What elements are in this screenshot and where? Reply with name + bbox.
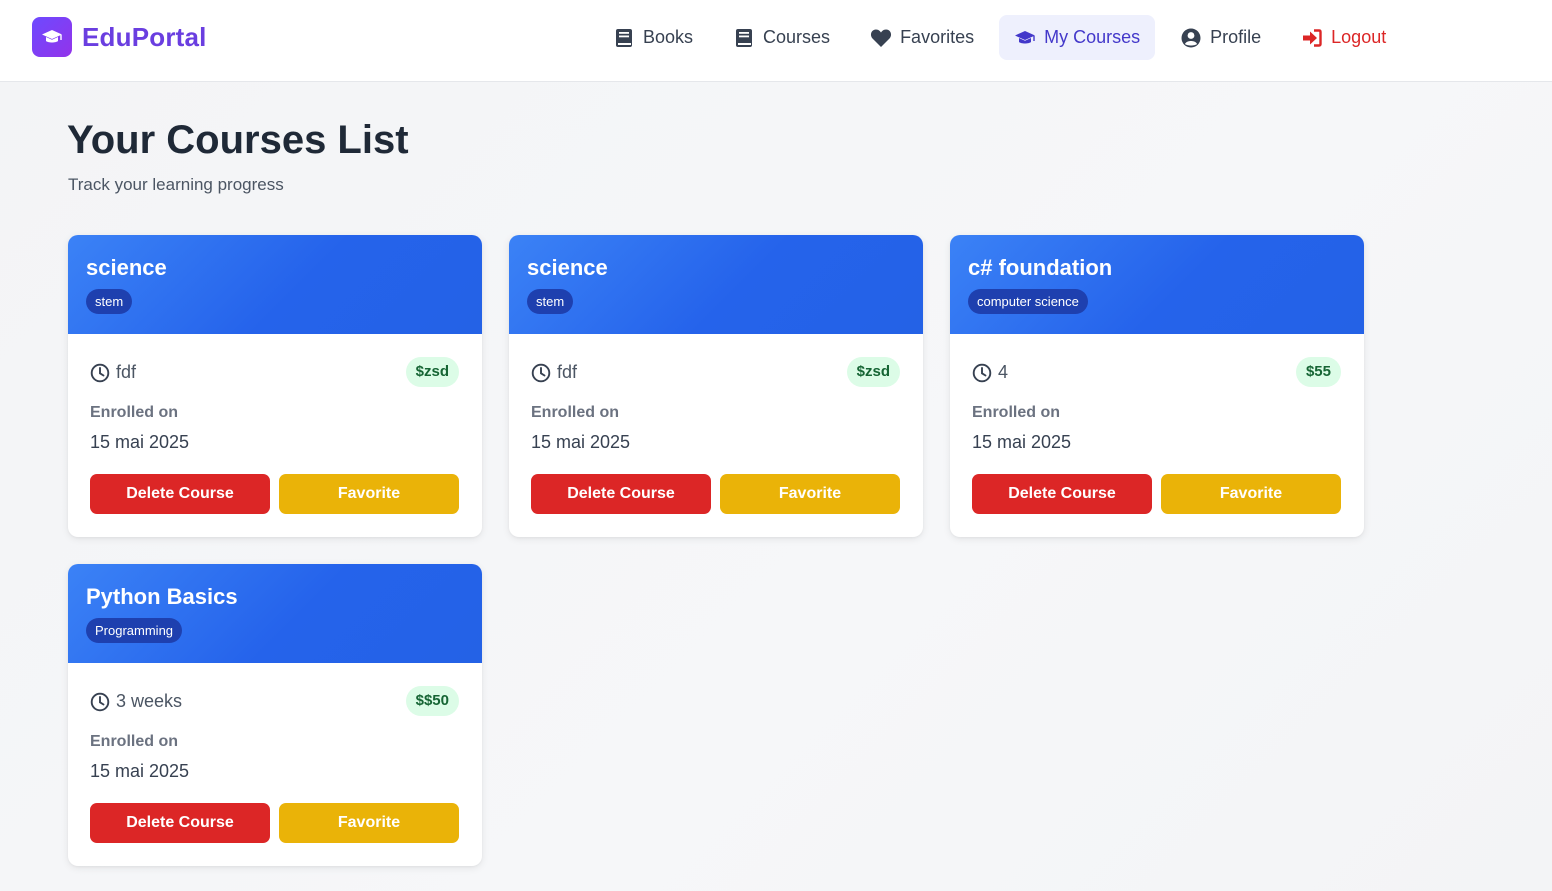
nav-item-logout[interactable]: Logout (1286, 15, 1401, 60)
nav-item-label: Logout (1331, 27, 1387, 47)
course-duration: 4 (972, 362, 1008, 383)
clock-icon (90, 363, 110, 382)
course-title: Python Basics (86, 584, 238, 609)
delete-course-button[interactable]: Delete Course (531, 474, 711, 514)
book-icon (613, 27, 635, 49)
heart-icon (870, 27, 892, 49)
nav-item-label: Courses (763, 27, 831, 47)
graduation-cap-icon (1014, 27, 1036, 49)
course-category-tag: computer science (968, 289, 1088, 314)
course-card-header: science stem (68, 235, 482, 334)
nav-item-label: Profile (1210, 27, 1262, 47)
page-subtitle: Track your learning progress (68, 175, 284, 194)
enrolled-label: Enrolled on (531, 404, 619, 421)
course-card: c# foundation computer science 4 $55 Enr… (950, 235, 1364, 537)
course-duration-text: 4 (998, 362, 1009, 382)
course-duration: fdf (531, 362, 577, 383)
enrolled-label: Enrolled on (90, 404, 178, 421)
nav-links: Books Courses Favorites My Courses Profi… (598, 15, 1411, 60)
graduation-cap-icon (32, 17, 72, 57)
top-navbar: EduPortal Books Courses Favorites My Cou… (0, 0, 1552, 82)
user-circle-icon (1180, 27, 1202, 49)
course-price-badge: $zsd (846, 357, 900, 387)
course-title: science (527, 255, 608, 280)
nav-item-label: My Courses (1044, 27, 1141, 47)
enrolled-date: 15 mai 2025 (972, 432, 1072, 452)
brand-name: EduPortal (82, 21, 207, 52)
enrolled-label: Enrolled on (90, 733, 178, 750)
favorite-button[interactable]: Favorite (279, 474, 459, 514)
course-card-header: c# foundation computer science (950, 235, 1364, 334)
nav-item-books[interactable]: Books (598, 15, 708, 60)
sign-out-icon (1301, 27, 1323, 49)
course-title: science (86, 255, 167, 280)
course-duration: 3 weeks (90, 691, 182, 712)
course-category-tag: stem (527, 289, 574, 314)
nav-item-courses[interactable]: Courses (718, 15, 845, 60)
course-card: Python Basics Programming 3 weeks $$50 E… (68, 564, 482, 866)
delete-course-button[interactable]: Delete Course (972, 474, 1152, 514)
delete-course-button[interactable]: Delete Course (90, 474, 270, 514)
nav-item-label: Favorites (900, 27, 975, 47)
page-title: Your Courses List (67, 118, 409, 162)
course-price-badge: $55 (1295, 357, 1341, 387)
nav-item-my-courses[interactable]: My Courses (999, 15, 1156, 60)
nav-item-profile[interactable]: Profile (1165, 15, 1276, 60)
course-card: science stem fdf $zsd Enrolled on 15 mai… (509, 235, 923, 537)
course-category-tag: Programming (86, 618, 183, 643)
enrolled-date: 15 mai 2025 (531, 432, 631, 452)
clock-icon (531, 363, 551, 382)
course-duration-text: fdf (116, 362, 137, 382)
enrolled-date: 15 mai 2025 (90, 761, 190, 781)
course-title: c# foundation (968, 255, 1113, 280)
course-card: science stem fdf $zsd Enrolled on 15 mai… (68, 235, 482, 537)
favorite-button[interactable]: Favorite (720, 474, 900, 514)
course-duration-text: 3 weeks (116, 691, 183, 711)
delete-course-button[interactable]: Delete Course (90, 803, 270, 843)
clock-icon (90, 692, 110, 711)
course-duration: fdf (90, 362, 136, 383)
enrolled-label: Enrolled on (972, 404, 1060, 421)
course-price-badge: $$50 (405, 686, 459, 716)
favorite-button[interactable]: Favorite (279, 803, 459, 843)
clock-icon (972, 363, 992, 382)
course-duration-text: fdf (557, 362, 578, 382)
course-category-tag: stem (86, 289, 133, 314)
nav-item-label: Books (643, 27, 694, 47)
course-card-header: science stem (509, 235, 923, 334)
book-icon (733, 27, 755, 49)
nav-item-favorites[interactable]: Favorites (855, 15, 989, 60)
favorite-button[interactable]: Favorite (1161, 474, 1341, 514)
brand[interactable]: EduPortal (32, 17, 207, 57)
course-card-header: Python Basics Programming (68, 564, 482, 663)
enrolled-date: 15 mai 2025 (90, 432, 190, 452)
course-price-badge: $zsd (405, 357, 459, 387)
